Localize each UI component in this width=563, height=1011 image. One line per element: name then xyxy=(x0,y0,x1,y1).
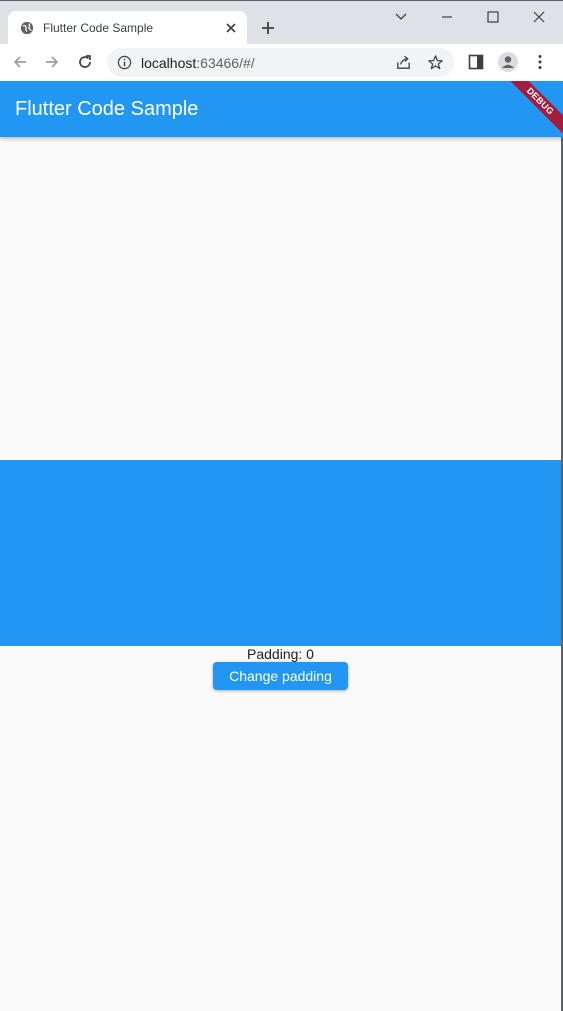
forward-icon[interactable] xyxy=(43,53,61,71)
new-tab-button[interactable] xyxy=(259,19,277,37)
browser-toolbar: localhost:63466/#/ xyxy=(0,44,563,81)
url-text: localhost:63466/#/ xyxy=(141,55,255,71)
url-path: :63466/#/ xyxy=(196,55,255,71)
url-host: localhost xyxy=(141,55,197,71)
change-padding-button[interactable]: Change padding xyxy=(213,662,348,690)
tab-title: Flutter Code Sample xyxy=(43,21,154,35)
close-icon[interactable] xyxy=(224,21,238,35)
browser-tab[interactable]: Flutter Code Sample xyxy=(8,11,247,45)
app-bar: Flutter Code Sample DEBUG xyxy=(0,81,563,137)
padding-value-label: Padding: 0 xyxy=(247,646,314,662)
chevron-down-icon[interactable] xyxy=(393,9,409,25)
star-icon[interactable] xyxy=(427,54,444,71)
minimize-icon[interactable] xyxy=(439,9,455,25)
window-close-icon[interactable] xyxy=(531,9,547,25)
padded-blue-container xyxy=(0,460,563,646)
side-panel-icon[interactable] xyxy=(467,53,485,71)
profile-icon[interactable] xyxy=(498,52,518,72)
share-icon[interactable] xyxy=(395,54,412,71)
globe-icon xyxy=(20,21,34,35)
browser-titlebar: Flutter Code Sample xyxy=(0,0,563,45)
address-bar[interactable]: localhost:63466/#/ xyxy=(107,48,454,77)
debug-banner: DEBUG xyxy=(500,81,563,137)
more-icon[interactable] xyxy=(531,53,549,71)
info-icon[interactable] xyxy=(117,55,132,70)
app-title: Flutter Code Sample xyxy=(15,98,199,120)
maximize-icon[interactable] xyxy=(485,9,501,25)
reload-icon[interactable] xyxy=(76,53,94,71)
back-icon[interactable] xyxy=(11,53,29,71)
